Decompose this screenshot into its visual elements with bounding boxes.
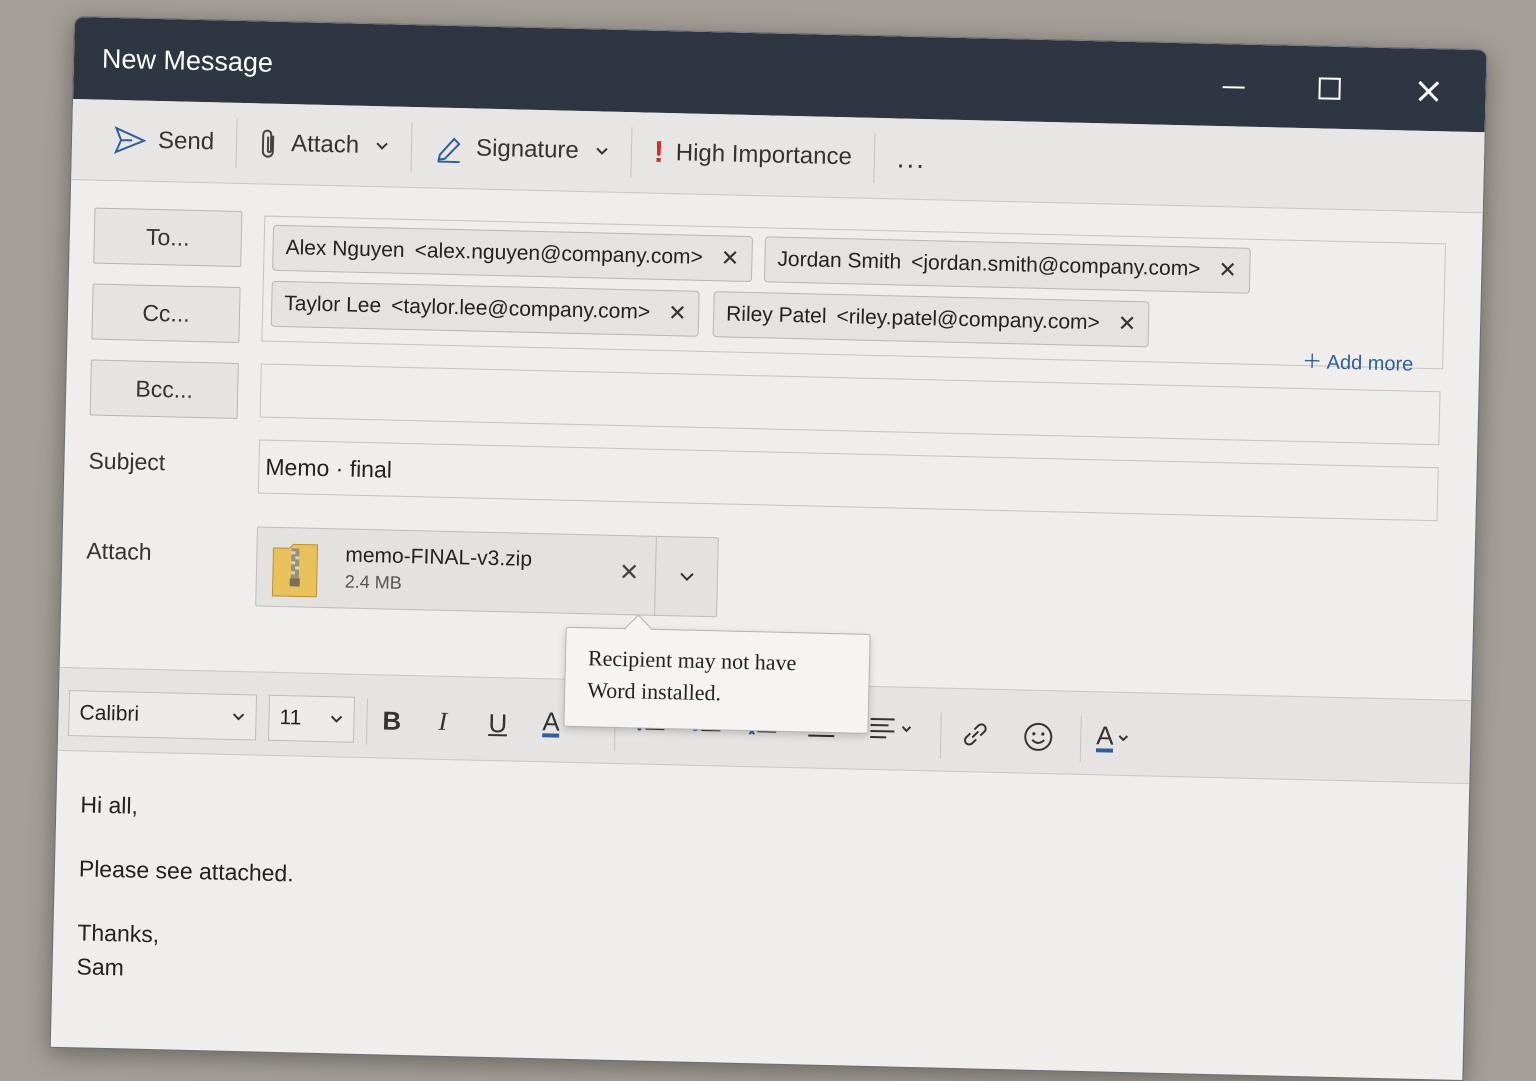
- chevron-down-icon: [595, 146, 609, 156]
- insert-link-button[interactable]: [960, 719, 991, 750]
- chevron-down-icon: [680, 572, 694, 582]
- bcc-input[interactable]: [259, 363, 1441, 446]
- recipient-email: <alex.nguyen@company.com>: [414, 239, 704, 269]
- compose-window: New Message Send Attach Signature ! High…: [49, 16, 1488, 1081]
- to-button[interactable]: To...: [93, 207, 243, 268]
- attachment-dropdown-button[interactable]: [654, 536, 719, 617]
- exclamation-icon: !: [653, 135, 665, 169]
- underline-button[interactable]: U: [488, 708, 507, 739]
- chevron-down-icon: [375, 141, 389, 151]
- font-family-value: Calibri: [79, 701, 140, 726]
- font-size-value: 11: [279, 706, 302, 730]
- chevron-down-icon: [1118, 735, 1129, 742]
- more-options-button[interactable]: ...: [874, 132, 949, 186]
- recipient-name: Jordan Smith: [777, 247, 902, 274]
- chevron-down-icon: [330, 715, 343, 723]
- add-more-link[interactable]: ＋ Add more: [1302, 345, 1414, 377]
- subject-value: Memo · final: [265, 453, 393, 483]
- high-importance-label: High Importance: [675, 139, 853, 171]
- attachment-size: 2.4 MB: [344, 571, 403, 593]
- remove-recipient-icon[interactable]: ✕: [1117, 311, 1136, 337]
- bold-button[interactable]: B: [382, 705, 401, 736]
- bcc-button[interactable]: Bcc...: [89, 359, 239, 419]
- add-more-label: Add more: [1326, 351, 1414, 376]
- font-color-label: A: [1095, 720, 1115, 753]
- subject-input[interactable]: Memo · final: [257, 439, 1439, 522]
- attach-button[interactable]: Attach: [237, 117, 412, 173]
- remove-recipient-icon[interactable]: ✕: [668, 300, 687, 326]
- minimize-button[interactable]: [1208, 66, 1259, 107]
- remove-recipient-icon[interactable]: ✕: [721, 245, 740, 271]
- font-size-select[interactable]: 11: [267, 694, 356, 743]
- highlight-color-label: A: [542, 706, 561, 737]
- italic-button[interactable]: I: [438, 707, 447, 737]
- send-button[interactable]: Send: [91, 113, 236, 168]
- chevron-down-icon: [232, 713, 245, 721]
- link-icon: [963, 723, 987, 746]
- send-label: Send: [157, 127, 215, 156]
- font-color-button[interactable]: A: [1095, 720, 1130, 753]
- message-body[interactable]: Hi all, Please see attached. Thanks, Sam: [76, 787, 295, 988]
- paperclip-icon: [259, 127, 280, 159]
- recipient-email: <riley.patel@company.com>: [836, 305, 1101, 335]
- recipient-email: <jordan.smith@company.com>: [910, 250, 1201, 281]
- window-title: New Message: [101, 43, 274, 78]
- body-closing: Thanks,: [77, 919, 160, 948]
- plus-icon: ＋: [1301, 351, 1323, 374]
- recipient-chip[interactable]: Jordan Smith <jordan.smith@company.com> …: [763, 236, 1251, 294]
- close-button[interactable]: [1403, 70, 1454, 111]
- emoji-icon: [1024, 722, 1053, 751]
- recipients-field[interactable]: Alex Nguyen <alex.nguyen@company.com> ✕ …: [261, 215, 1447, 376]
- toolbar-divider: [365, 699, 368, 746]
- recipient-chip[interactable]: Taylor Lee <taylor.lee@company.com> ✕: [270, 280, 701, 337]
- pen-icon: [434, 133, 465, 164]
- body-greeting: Hi all,: [80, 791, 139, 819]
- recipient-name: Riley Patel: [725, 302, 827, 328]
- recipient-name: Alex Nguyen: [285, 236, 405, 262]
- toolbar-divider: [1079, 715, 1082, 762]
- recipient-chip[interactable]: Riley Patel <riley.patel@company.com> ✕: [712, 291, 1150, 348]
- tooltip-line: Word installed.: [586, 677, 722, 706]
- recipient-name: Taylor Lee: [284, 292, 382, 318]
- font-family-select[interactable]: Calibri: [68, 690, 258, 741]
- high-importance-button[interactable]: ! High Importance: [631, 126, 874, 184]
- send-icon: [113, 126, 147, 155]
- attachment-card[interactable]: memo-FINAL-v3.zip 2.4 MB ✕: [255, 526, 719, 618]
- signature-label: Signature: [475, 134, 580, 164]
- align-button[interactable]: [868, 717, 913, 740]
- align-left-icon: [870, 717, 895, 739]
- maximize-button[interactable]: [1303, 68, 1354, 109]
- chevron-down-icon: [901, 726, 912, 733]
- remove-attachment-icon[interactable]: ✕: [619, 558, 640, 587]
- warning-tooltip: Recipient may not have Word installed.: [563, 626, 871, 734]
- recipient-email: <taylor.lee@company.com>: [390, 294, 651, 324]
- zip-file-icon: [270, 542, 319, 604]
- subject-label: Subject: [88, 447, 166, 476]
- body-signature: Sam: [76, 953, 125, 981]
- attach-label: Attach: [290, 130, 360, 159]
- attach-field-label: Attach: [86, 537, 152, 565]
- toolbar-divider: [939, 712, 942, 759]
- signature-button[interactable]: Signature: [412, 121, 632, 178]
- emoji-button[interactable]: [1022, 721, 1055, 754]
- body-line: Please see attached.: [78, 855, 294, 887]
- attachment-name: memo-FINAL-v3.zip: [345, 543, 533, 571]
- highlight-color-button[interactable]: A: [542, 706, 561, 738]
- recipient-chip[interactable]: Alex Nguyen <alex.nguyen@company.com> ✕: [272, 224, 753, 283]
- cc-button[interactable]: Cc...: [91, 283, 241, 343]
- remove-recipient-icon[interactable]: ✕: [1218, 257, 1237, 283]
